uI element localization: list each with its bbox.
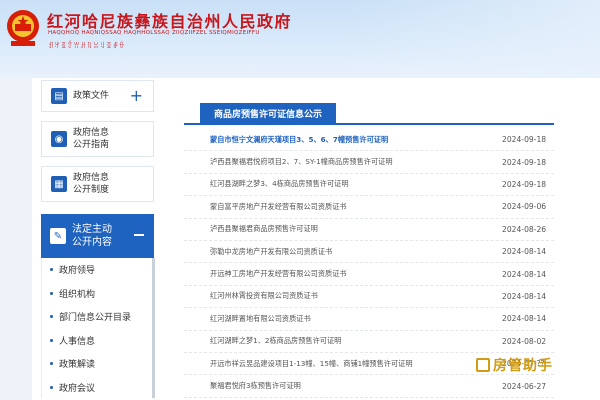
watermark: 房管助手 [476, 355, 553, 375]
list-item[interactable]: 红河湖畔置地有限公司资质证书 2024-08-14 [184, 308, 554, 331]
list-item[interactable]: 蒙自富平房地产开发经营有限公司资质证书 2024-09-06 [184, 196, 554, 219]
bullet-icon [50, 291, 53, 295]
sidebar-item-disclosure-guide[interactable]: ◉ 政府信息 公开指南 [41, 121, 154, 157]
sidebar-item-label: 法定主动 [72, 224, 112, 235]
list-item[interactable]: 蒙自市恒宁文澜府天瑾项目3、5、6、7幢预售许可证明 2024-09-18 [184, 129, 554, 152]
list-item-date: 2024-08-14 [502, 314, 547, 324]
book-icon: ▤ [51, 88, 67, 104]
document-icon: ✎ [50, 228, 66, 244]
list-item-date: 2024-09-18 [502, 157, 547, 167]
list-item-date: 2024-08-02 [502, 336, 547, 346]
list-item-title[interactable]: 蒙自富平房地产开发经营有限公司资质证书 [210, 202, 347, 212]
list-item[interactable]: 聚福君悦府3栋预售许可证明 2024-06-27 [184, 375, 554, 398]
sidebar-scrollbar[interactable] [152, 258, 155, 398]
list-item-date: 2024-08-14 [502, 291, 547, 301]
list-item[interactable]: 泸西县聚福君商品房预售许可证明 2024-08-26 [184, 219, 554, 241]
national-emblem-icon [7, 10, 39, 46]
site-latin-subtitle: HAQQHOQ HAQNIQSSAQ HAQHHOLSSAQ ZIIQZIIFZ… [48, 30, 260, 36]
guide-icon: ◉ [51, 131, 67, 147]
sidebar-item-label: 公开指南 [73, 140, 110, 150]
sidebar-item-label: 政府信息 [73, 128, 110, 138]
list-item-title[interactable]: 聚福君悦府3栋预售许可证明 [210, 381, 301, 391]
list-item-date: 2024-08-14 [502, 247, 547, 257]
rules-icon: ▦ [51, 176, 67, 192]
list-item[interactable]: 红河州林霄投资有限公司资质证书 2024-08-14 [184, 286, 554, 309]
expand-plus-icon[interactable]: + [130, 88, 143, 104]
list-item-date: 2024-08-26 [502, 224, 547, 234]
sidebar-sub-item[interactable]: 政府会议 [42, 376, 153, 400]
sidebar-sub-item[interactable]: 组织机构 [42, 282, 153, 306]
sidebar-item-label: 公开内容 [72, 237, 112, 248]
bullet-icon [50, 268, 53, 272]
list-item-title[interactable]: 红河县湖畔之梦3、4栋商品房预售许可证明 [210, 179, 349, 189]
sidebar-sub-item[interactable]: 人事信息 [42, 329, 153, 353]
list-item[interactable]: 开远神工房地产开发经营有限公司资质证书 2024-08-14 [184, 263, 554, 286]
list-item-title[interactable]: 开远市祥云昱品建设项目1-13幢、15幢、商铺1幢预售许可证明 [210, 359, 413, 369]
list-item-title[interactable]: 蒙自市恒宁文澜府天瑾项目3、5、6、7幢预售许可证明 [210, 135, 388, 145]
tab-underline [184, 123, 554, 125]
list-item[interactable]: 弥勒中龙房地产开发有限公司资质证书 2024-08-14 [184, 241, 554, 264]
sidebar-item-label: 政策文件 [73, 91, 110, 101]
list-item[interactable]: 红河县湖畔之梦3、4栋商品房预售许可证明 2024-09-18 [184, 174, 554, 197]
sidebar-item-statutory-disclosure[interactable]: ✎ 法定主动 公开内容 [41, 214, 154, 258]
sidebar-sub-item[interactable]: 部门信息公开目录 [42, 305, 153, 329]
list-item-title[interactable]: 泸西县聚福君商品房预售许可证明 [210, 224, 318, 234]
collapse-minus-icon[interactable] [134, 234, 144, 236]
watermark-logo-icon [476, 358, 490, 372]
list-item-date: 2024-06-27 [502, 381, 547, 391]
site-header: 红河哈尼族彝族自治州人民政府 HAQQHOQ HAQNIQSSAQ HAQHHO… [0, 0, 600, 78]
sidebar-sub-list: 政府领导 组织机构 部门信息公开目录 人事信息 政策解读 政府会议 [41, 258, 154, 399]
list-item-title[interactable]: 红河湖畔之梦1、2栋商品房预售许可证明 [210, 336, 341, 346]
sidebar-item-policy-docs[interactable]: ▤ 政策文件 + [41, 80, 154, 112]
sidebar-sub-item[interactable]: 政府领导 [42, 258, 153, 282]
list-item[interactable]: 泸西县聚福君悦府项目2、7、SY-1幢商品房预售许可证明 2024-09-18 [184, 151, 554, 174]
list-item-title[interactable]: 泸西县聚福君悦府项目2、7、SY-1幢商品房预售许可证明 [210, 157, 393, 167]
sidebar-item-disclosure-rules[interactable]: ▦ 政府信息 公开制度 [41, 166, 154, 202]
bullet-icon [50, 338, 53, 342]
sidebar-item-label: 公开制度 [73, 185, 110, 195]
bullet-icon [50, 315, 53, 319]
list-item-date: 2024-08-14 [502, 269, 547, 279]
sidebar-item-label: 政府信息 [73, 173, 110, 183]
watermark-text: 房管助手 [493, 358, 553, 374]
list-item-title[interactable]: 开远神工房地产开发经营有限公司资质证书 [210, 269, 347, 279]
list-item-title[interactable]: 红河湖畔置地有限公司资质证书 [210, 314, 311, 324]
bullet-icon [50, 385, 53, 389]
list-item-date: 2024-09-18 [502, 135, 547, 145]
list-item-date: 2024-09-06 [502, 202, 547, 212]
bullet-icon [50, 362, 53, 366]
list-item-date: 2024-09-18 [502, 179, 547, 189]
site-script-subtitle: ꀊꅍꅉꄷꀕꃅꇁꈍꆹꅉꇉꂷ [48, 42, 126, 50]
list-item-title[interactable]: 弥勒中龙房地产开发有限公司资质证书 [210, 247, 332, 257]
list-item-title[interactable]: 红河州林霄投资有限公司资质证书 [210, 291, 318, 301]
sidebar-sub-item[interactable]: 政策解读 [42, 352, 153, 376]
tab-presale-permits[interactable]: 商品房预售许可证信息公示 [200, 103, 336, 123]
site-title: 红河哈尼族彝族自治州人民政府 [47, 12, 293, 31]
list-item[interactable]: 红河湖畔之梦1、2栋商品房预售许可证明 2024-08-02 [184, 331, 554, 353]
